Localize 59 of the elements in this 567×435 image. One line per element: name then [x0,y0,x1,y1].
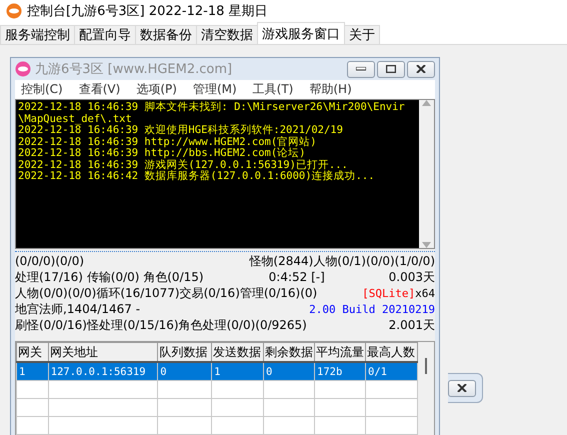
log-line: 2022-12-18 16:46:39 欢迎使用HGE科技系列软件:2021/02/19 [18,125,344,136]
table-cell: 1 [16,362,48,380]
tab[interactable]: 关于 [344,25,380,44]
app-logo-icon [6,3,22,19]
status-text: x64 [415,286,435,300]
close-icon [416,65,426,73]
minimize-button[interactable] [347,60,375,78]
status-text: 人物(0/0)(0/0)循环(16/1077)交易(0/16)管理(0/16)(0) [15,284,318,302]
status-text: [SQLite] [362,286,416,300]
tab[interactable]: 配置向导 [74,25,136,44]
log-line: 2022-12-18 16:46:39 脚本文件未找到: D:\Mirserver26\Mir200\Envir\MapQuest_def\.txt [18,102,406,124]
menu-item[interactable]: 帮助(H) [303,81,362,98]
menu-item[interactable]: 工具(T) [246,81,304,98]
log-line: 2022-12-18 16:46:39 游戏网关(127.0.0.1:56319)已打开... [18,160,348,170]
scrollbar[interactable] [418,342,434,435]
close-button[interactable] [407,60,435,78]
table-cell: 0/1 [366,362,418,380]
status-text: 0:4:52 [-] [268,270,326,284]
table-row[interactable]: 1 127.0.0.1:56319 0 1 0 172b 0/1 [16,362,418,380]
maximize-button[interactable] [377,60,405,78]
app-logo-icon [15,61,31,77]
window-title: 控制台[九游6号3区] 2022-12-18 星期日 [27,3,268,20]
tab[interactable]: 数据备份 [135,25,197,44]
table-cell: 0 [264,362,315,380]
maximize-icon [386,65,396,73]
table-cell: 127.0.0.1:56319 [48,362,158,380]
menu-item[interactable]: 选项(P) [130,81,187,98]
log-line: 2022-12-18 16:46:42 数据库服务器(127.0.0.1:6000)连接成功... [18,171,376,182]
tab[interactable]: 清空数据 [196,25,258,44]
column-header[interactable]: 网关地址 [48,342,158,362]
close-button[interactable] [448,380,476,396]
table-cell: 1 [212,362,264,380]
tab[interactable]: 服务端控制 [0,25,75,44]
column-header[interactable]: 剩余数据 [264,342,315,362]
column-header[interactable]: 最高人数 [366,342,418,362]
minimize-icon [356,67,366,71]
child-window-title: 九游6号3区 [www.HGEM2.com] [35,61,232,78]
menu-item[interactable]: 管理(M) [186,81,247,98]
column-header[interactable]: 队列数据 [158,342,212,362]
column-header[interactable]: 网关 [16,342,48,362]
column-header[interactable]: 发送数据 [212,342,264,362]
menu-item[interactable]: 控制(C) [15,81,73,98]
status-text: 地宫法师,1404/1467 - [15,300,142,318]
table-cell: 172b [314,362,366,380]
log-line: 2022-12-18 16:46:39 http://bbs.HGEM2.com(论坛) [18,148,307,159]
close-icon [457,384,467,392]
log-line: 2022-12-18 16:46:39 http://www.HGEM2.com(官网站) [18,136,318,148]
table-cell: 0 [158,362,212,380]
status-text: 怪物(2844)人物(0/1)(0/0)(1/0/0) [249,252,435,270]
scrollbar[interactable] [419,100,434,248]
status-text: (0/0/0)(0/0) [15,254,86,268]
scroll-down-icon [422,242,431,248]
menu-item[interactable]: 查看(V) [72,81,130,98]
status-text: 2.001天 [388,316,435,334]
status-text: 2.00 Build 20210219 [309,302,435,316]
status-text: 处理(17/16) 传输(0/0) 角色(0/15) [15,268,205,286]
status-text: 0.003天 [388,268,435,286]
status-text: 刷怪(0/0/16)怪处理(0/15/16)角色处理(0/0)(0/9265) [15,316,308,334]
column-header[interactable]: 平均流量 [314,342,366,362]
